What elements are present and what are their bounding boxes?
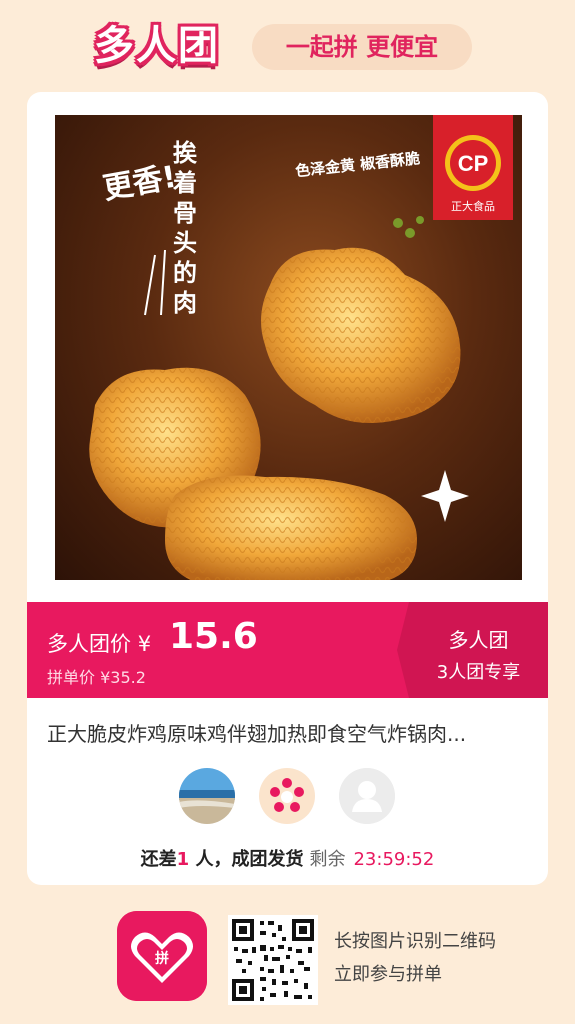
pinduoduo-logo-icon: 拼 bbox=[117, 911, 207, 1001]
group-price-label: 多人团价 ¥ bbox=[47, 632, 152, 656]
avatar bbox=[179, 768, 235, 824]
brand-logo: 多人团 bbox=[94, 23, 220, 69]
svg-text:挨: 挨 bbox=[173, 139, 198, 167]
slogan-pill: 一起拼 更便宜 bbox=[252, 24, 472, 70]
footer: 拼 长按图片识别二维码 立即参与拼单 bbox=[0, 905, 575, 1015]
svg-text:骨: 骨 bbox=[173, 199, 197, 227]
header: 多人团 一起拼 更便宜 bbox=[0, 0, 575, 90]
countdown-timer: 23:59:52 bbox=[353, 849, 435, 870]
qr-code[interactable] bbox=[228, 915, 318, 1005]
price-bar: 多人团价 ¥ 15.6 拼单价 ¥35.2 多人团 3人团专享 bbox=[27, 602, 548, 698]
fried-chicken-illustration: CP 正大食品 色泽金黄 椒香酥脆 更香! 挨 着 骨 头 的 肉 bbox=[89, 115, 513, 580]
single-price: 拼单价 ¥35.2 bbox=[47, 668, 146, 687]
svg-text:肉: 肉 bbox=[173, 289, 197, 317]
app-icon[interactable]: 拼 bbox=[117, 911, 207, 1001]
participant-avatars bbox=[179, 768, 399, 828]
product-title[interactable]: 正大脆皮炸鸡原味鸡伴翅加热即食空气炸锅肉... bbox=[47, 718, 532, 747]
group-status: 还差1 人，成团发货 剩余 23:59:52 bbox=[140, 849, 435, 870]
product-image[interactable]: CP 正大食品 色泽金黄 椒香酥脆 更香! 挨 着 骨 头 的 肉 bbox=[55, 115, 522, 580]
group-tag: 多人团 3人团专享 bbox=[397, 602, 548, 698]
svg-text:的: 的 bbox=[173, 259, 197, 287]
sparkle-icon bbox=[421, 470, 469, 522]
price-left: 多人团价 ¥ 15.6 拼单价 ¥35.2 bbox=[27, 602, 409, 698]
group-tag-subtitle: 3人团专享 bbox=[436, 662, 521, 683]
svg-text:拼: 拼 bbox=[155, 950, 169, 967]
svg-text:更香!: 更香! bbox=[100, 160, 179, 207]
qr-instruction: 长按图片识别二维码 bbox=[334, 931, 496, 952]
svg-text:着: 着 bbox=[173, 169, 197, 197]
product-card[interactable]: CP 正大食品 色泽金黄 椒香酥脆 更香! 挨 着 骨 头 的 肉 多人团价 ¥… bbox=[27, 92, 548, 885]
avatar bbox=[259, 768, 315, 824]
svg-text:头: 头 bbox=[173, 229, 197, 257]
qr-call-to-action: 立即参与拼单 bbox=[334, 964, 442, 985]
group-tag-title: 多人团 bbox=[448, 628, 509, 652]
svg-text:CP: CP bbox=[458, 151, 489, 176]
group-price-value: 15.6 bbox=[169, 616, 258, 657]
user-silhouette-icon bbox=[339, 768, 395, 824]
empty-avatar-placeholder[interactable] bbox=[339, 768, 395, 824]
svg-text:正大食品: 正大食品 bbox=[451, 199, 495, 213]
svg-text:色泽金黄 椒香酥脆: 色泽金黄 椒香酥脆 bbox=[294, 149, 420, 180]
